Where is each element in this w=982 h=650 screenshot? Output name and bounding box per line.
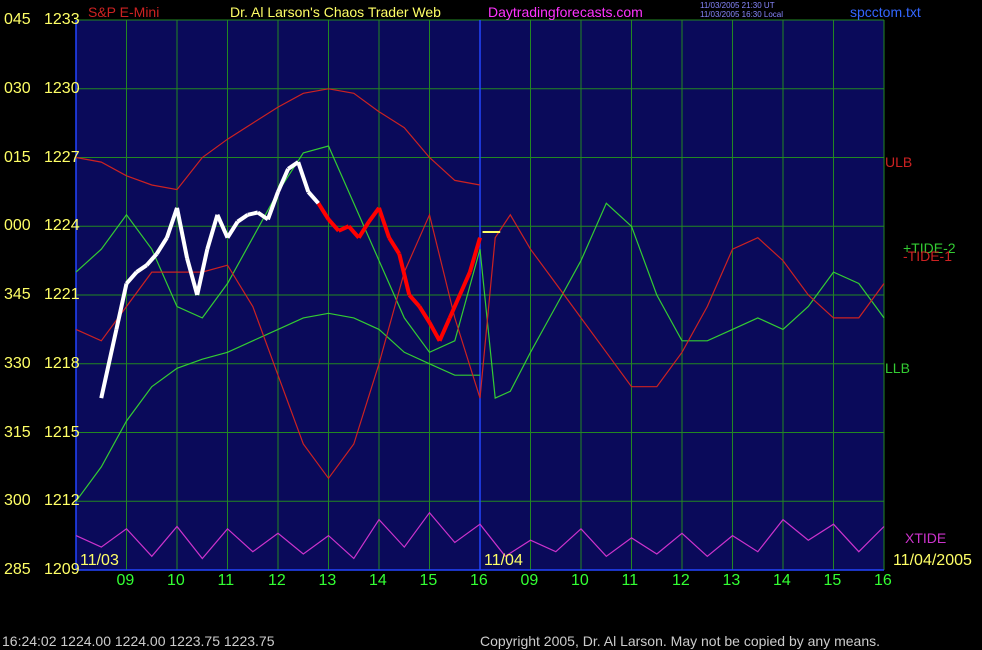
x-tick-label: 10 (571, 572, 589, 589)
x-tick-label: 10 (167, 572, 185, 589)
y-tick-price-label: 1230 (44, 79, 80, 97)
x-tick-label: 14 (369, 572, 387, 589)
llb-label: LLB (885, 360, 910, 376)
y-tick-code-label: 300 (4, 492, 31, 510)
y-tick-code-label: 345 (4, 286, 31, 303)
chart-svg (75, 19, 885, 571)
y-tick-code-label: 330 (4, 354, 31, 372)
site-link[interactable]: Daytradingforecasts.com (488, 4, 643, 20)
x-tick-label: 11 (217, 572, 235, 589)
y-tick-price-label: 1227 (44, 148, 80, 166)
y-tick-code-label: 030 (4, 79, 31, 97)
date-end-label: 11/04/2005 (893, 552, 972, 569)
x-tick-label: 13 (722, 572, 741, 589)
time-ut: 11/03/2005 21:30 UT (700, 1, 775, 10)
x-tick-label: 14 (773, 572, 791, 589)
tide-minus-label: -TIDE-1 (903, 248, 952, 264)
x-tick-label: 16 (874, 572, 892, 589)
data-file-name: spcctom.txt (850, 4, 921, 20)
ulb-label: ULB (885, 154, 913, 170)
x-tick-label: 16 (470, 572, 488, 589)
instrument-label: S&P E-Mini (88, 4, 160, 20)
y-tick-price-label: 1209 (44, 561, 80, 578)
x-tick-label: 09 (520, 572, 539, 589)
y-tick-code-label: 045 (4, 11, 31, 28)
date-start-label: 11/03 (80, 552, 119, 569)
y-tick-price-label: 1212 (44, 492, 80, 510)
price-segment (247, 210, 259, 217)
time-local: 11/03/2005 16:30 Local (700, 10, 784, 19)
y-tick-price-label: 1221 (44, 286, 80, 303)
x-tick-label: 13 (318, 572, 337, 589)
y-tick-price-label: 1218 (44, 354, 80, 372)
chart-area (0, 0, 982, 630)
y-tick-price-label: 1224 (44, 217, 80, 235)
date-mid-label: 11/04 (484, 552, 523, 569)
x-tick-label: 15 (823, 572, 842, 589)
x-tick-label: 11 (621, 572, 639, 589)
copyright-notice: Copyright 2005, Dr. Al Larson. May not b… (480, 633, 881, 649)
y-tick-code-label: 285 (4, 561, 31, 578)
xtide-label: XTIDE (905, 530, 947, 546)
last-quote: 16:24:02 1224.00 1224.00 1223.75 1223.75 (2, 633, 275, 649)
y-tick-price-label: 1215 (44, 423, 80, 441)
y-tick-code-label: 015 (4, 148, 31, 166)
x-tick-label: 15 (419, 572, 438, 589)
chart-title: Dr. Al Larson's Chaos Trader Web (230, 4, 441, 20)
x-tick-label: 12 (268, 572, 286, 589)
y-tick-price-label: 1233 (44, 11, 80, 28)
y-tick-code-label: 000 (4, 217, 31, 235)
x-tick-label: 12 (672, 572, 690, 589)
y-tick-code-label: 315 (4, 423, 31, 441)
x-tick-label: 09 (116, 572, 135, 589)
